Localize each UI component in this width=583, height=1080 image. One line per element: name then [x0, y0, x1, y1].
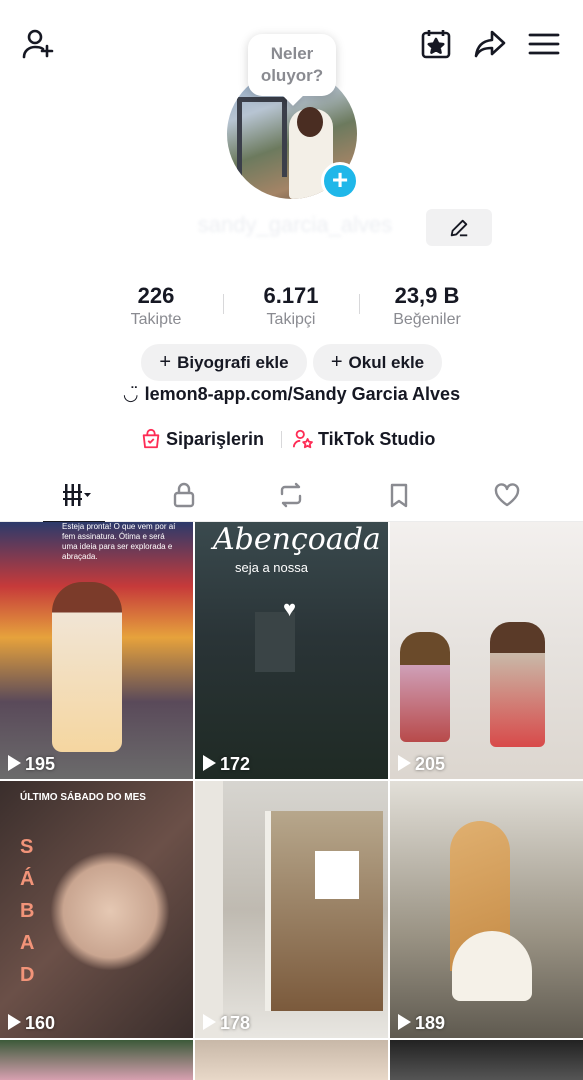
pencil-icon	[450, 219, 468, 237]
view-count: 160	[8, 1013, 55, 1034]
add-photo-button[interactable]: +	[321, 162, 359, 200]
stat-likes-value: 23,9 B	[394, 283, 460, 308]
video-subtitle: seja a nossa	[235, 560, 308, 575]
play-icon	[203, 1014, 216, 1030]
play-icon	[8, 1014, 21, 1030]
person-plus-icon[interactable]	[20, 26, 56, 62]
view-count: 195	[8, 754, 55, 775]
play-icon	[398, 755, 411, 771]
content-tabs	[0, 470, 583, 523]
shopping-bag-icon	[142, 428, 160, 449]
tab-favorites[interactable]	[351, 470, 447, 522]
video-thumbnail[interactable]: 205	[390, 522, 583, 779]
add-school-label: Okul ekle	[348, 353, 425, 372]
view-count: 205	[398, 754, 445, 775]
stat-likes[interactable]: 23,9 B Beğeniler	[367, 282, 487, 330]
hamburger-menu-icon[interactable]	[526, 26, 562, 62]
stat-likes-label: Beğeniler	[393, 311, 461, 328]
video-thumbnail[interactable]	[195, 1040, 388, 1080]
tiktok-studio-label: TikTok Studio	[318, 429, 436, 449]
stat-following-value: 226	[137, 283, 175, 308]
status-bubble[interactable]: Neler oluyor?	[248, 34, 336, 96]
shortcuts-row: Siparişlerin TikTok Studio	[0, 426, 583, 452]
video-thumbnail[interactable]	[390, 1040, 583, 1080]
tab-private[interactable]	[136, 470, 232, 522]
orders-label: Siparişlerin	[166, 429, 265, 449]
video-thumbnail[interactable]: ♥ Abençoada seja a nossa 172	[195, 522, 388, 779]
stat-followers[interactable]: 6.171 Takipçi	[231, 282, 351, 330]
video-vertical-text: SÁBAD	[20, 836, 35, 986]
view-count: 189	[398, 1013, 445, 1034]
video-grid: Esteja pronta! O que vem por aí fem assi…	[0, 522, 583, 1080]
play-icon	[398, 1014, 411, 1030]
heart-icon: ♥	[283, 596, 297, 621]
profile-stats: 226 Takipte 6.171 Takipçi 23,9 B Beğenil…	[0, 282, 583, 332]
tab-liked[interactable]	[459, 470, 555, 522]
play-icon	[8, 755, 21, 771]
orders-shortcut[interactable]: Siparişlerin	[140, 426, 275, 452]
person-star-icon	[292, 429, 313, 449]
add-school-button[interactable]: + Okul ekle	[313, 344, 442, 381]
video-caption: Esteja pronta! O que vem por aí fem assi…	[62, 522, 176, 561]
video-thumbnail[interactable]: 189	[390, 781, 583, 1038]
edit-profile-button[interactable]	[426, 209, 492, 246]
lock-icon	[173, 482, 195, 508]
view-count: 178	[203, 1013, 250, 1034]
play-icon	[203, 755, 216, 771]
stat-followers-value: 6.171	[263, 283, 319, 308]
status-line-2: oluyor?	[260, 66, 324, 85]
video-thumbnail[interactable]	[0, 1040, 193, 1080]
repost-icon	[280, 482, 302, 508]
stat-following-label: Takipte	[130, 311, 182, 328]
view-count: 172	[203, 754, 250, 775]
stat-followers-label: Takipçi	[266, 311, 316, 328]
status-line-1: Neler	[270, 44, 314, 63]
bio-link-text: lemon8-app.com/Sandy Garcia Alves	[144, 384, 461, 404]
bookmark-icon	[390, 483, 408, 508]
video-thumbnail[interactable]: ÚLTIMO SÁBADO DO MES SÁBAD 160	[0, 781, 193, 1038]
lemon8-icon: ◡̈	[122, 384, 139, 404]
video-title: Abençoada	[213, 522, 381, 557]
video-title: ÚLTIMO SÁBADO DO MES	[20, 792, 146, 803]
bio-link[interactable]: ◡̈ lemon8-app.com/Sandy Garcia Alves	[0, 382, 583, 406]
stat-following[interactable]: 226 Takipte	[96, 282, 216, 330]
tiktok-studio-shortcut[interactable]: TikTok Studio	[292, 426, 444, 452]
calendar-star-icon[interactable]	[418, 26, 454, 62]
heart-outline-icon	[494, 483, 520, 507]
share-arrow-icon[interactable]	[472, 26, 508, 62]
tab-reposts[interactable]	[243, 470, 339, 522]
grid-bars-icon	[63, 484, 91, 506]
video-thumbnail[interactable]: 178	[195, 781, 388, 1038]
video-thumbnail[interactable]: Esteja pronta! O que vem por aí fem assi…	[0, 522, 193, 779]
add-bio-button[interactable]: + Biyografi ekle	[141, 344, 307, 381]
tab-videos[interactable]	[29, 470, 125, 523]
add-bio-label: Biyografi ekle	[177, 353, 289, 372]
username: sandy_garcia_alves	[197, 212, 393, 237]
